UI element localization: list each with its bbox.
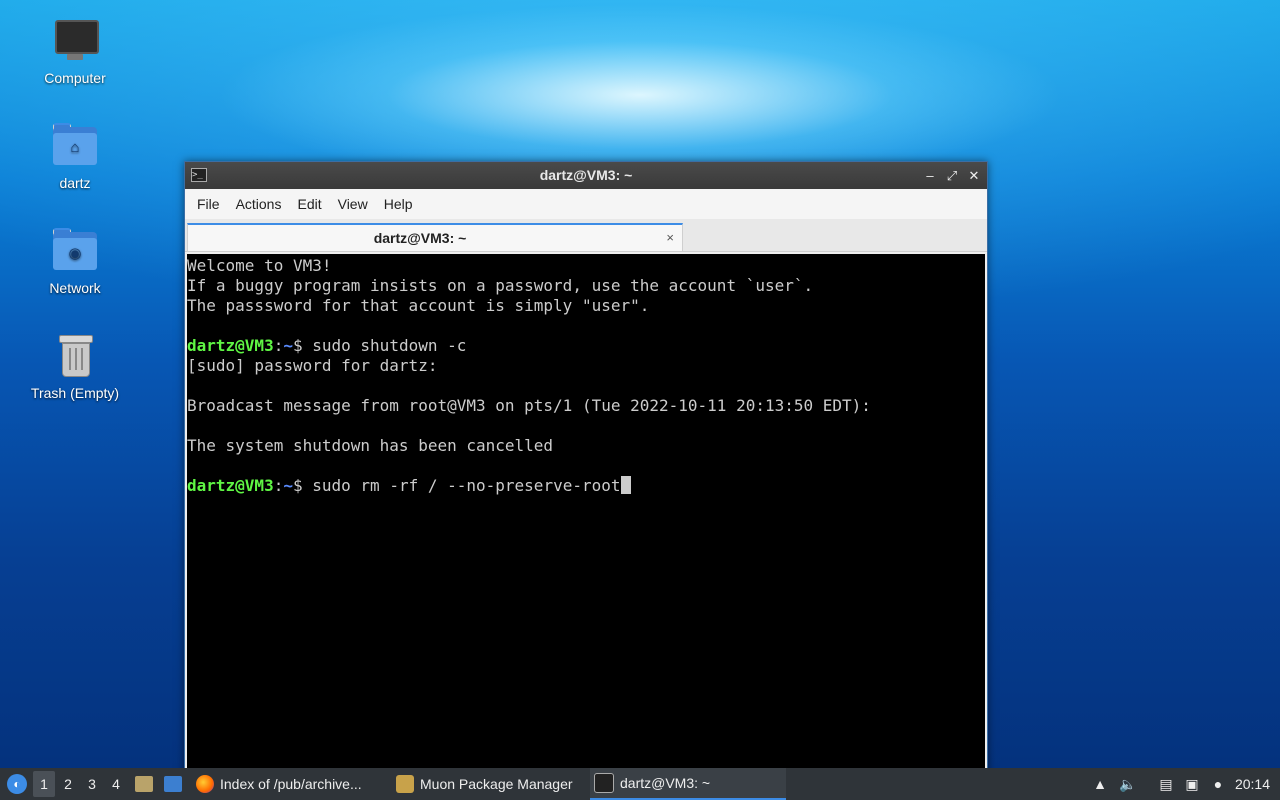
prompt-sep: : (273, 476, 284, 495)
window-titlebar[interactable]: >_ dartz@VM3: ~ – ⤢ ✕ (185, 162, 987, 189)
menu-help[interactable]: Help (376, 196, 421, 212)
task-muon[interactable]: Muon Package Manager (392, 768, 579, 800)
desktop-icon-label: Trash (Empty) (30, 385, 120, 401)
terminal-line: The system shutdown has been cancelled (187, 436, 554, 455)
terminal-line: Welcome to VM3! (187, 256, 332, 275)
desktop-icon-trash[interactable]: Trash (Empty) (20, 331, 130, 401)
close-button[interactable]: ✕ (967, 168, 981, 184)
menubar: File Actions Edit View Help (185, 189, 987, 219)
workspace-2[interactable]: 2 (57, 768, 79, 800)
prompt-path: ~ (283, 336, 293, 355)
terminal-line: Broadcast message from root@VM3 on pts/1… (187, 396, 871, 415)
file-manager-icon (135, 776, 153, 792)
network-button[interactable]: ▣ (1182, 768, 1202, 800)
desktop-icon-home[interactable]: ⌂ dartz (20, 121, 130, 191)
volume-icon: 🔈 (1119, 775, 1137, 792)
package-manager-icon (396, 775, 414, 793)
network-icon: ▣ (1185, 775, 1199, 792)
desktop-icon-computer[interactable]: Computer (20, 16, 130, 86)
prompt-line: dartz@VM3:~$ sudo shutdown -c (187, 336, 985, 356)
desktop-icon-label: dartz (59, 175, 91, 191)
desktop-icon-network[interactable]: ◉ Network (20, 226, 130, 296)
maximize-button[interactable]: ⤢ (945, 168, 959, 184)
clock[interactable]: 20:14 (1235, 768, 1270, 800)
terminal-window[interactable]: >_ dartz@VM3: ~ – ⤢ ✕ File Actions Edit … (184, 161, 988, 775)
window-title: dartz@VM3: ~ (539, 167, 633, 183)
start-menu-button[interactable]: ◐ (4, 768, 30, 800)
notification-icon: ● (1213, 776, 1223, 792)
prompt-dollar: $ (292, 476, 313, 495)
terminal-line: [sudo] password for dartz: (187, 356, 438, 375)
menu-file[interactable]: File (189, 196, 228, 212)
task-label: Muon Package Manager (420, 776, 573, 792)
workspace-4[interactable]: 4 (105, 768, 127, 800)
menu-edit[interactable]: Edit (289, 196, 329, 212)
terminal-tab[interactable]: dartz@VM3: ~ × (187, 223, 683, 251)
file-manager-launcher[interactable] (133, 768, 155, 800)
chevron-up-icon: ▲ (1093, 776, 1107, 792)
computer-icon (51, 16, 99, 64)
home-folder-icon: ⌂ (51, 121, 99, 169)
task-terminal[interactable]: dartz@VM3: ~ (590, 768, 786, 800)
command-input[interactable]: sudo rm -rf / --no-preserve-root (312, 476, 620, 495)
terminal-icon (594, 773, 614, 793)
command-text: sudo shutdown -c (312, 336, 467, 355)
workspace-1[interactable]: 1 (33, 771, 55, 797)
show-desktop-icon (164, 776, 182, 792)
prompt-line: dartz@VM3:~$ sudo rm -rf / --no-preserve… (187, 476, 985, 496)
prompt-user: dartz@VM3 (187, 336, 274, 355)
workspace-3[interactable]: 3 (81, 768, 103, 800)
tab-bar: dartz@VM3: ~ × (185, 219, 987, 252)
clipboard-button[interactable]: ▤ (1156, 768, 1176, 800)
notification-button[interactable]: ● (1208, 768, 1228, 800)
tray-expand-button[interactable]: ▲ (1090, 768, 1110, 800)
prompt-path: ~ (283, 476, 293, 495)
volume-button[interactable]: 🔈 (1118, 768, 1138, 800)
prompt-dollar: $ (292, 336, 313, 355)
terminal-output[interactable]: Welcome to VM3! If a buggy program insis… (187, 254, 985, 774)
desktop-icon-label: Network (49, 280, 101, 296)
task-label: Index of /pub/archive... (220, 776, 362, 792)
minimize-button[interactable]: – (923, 168, 937, 183)
task-label: dartz@VM3: ~ (620, 775, 711, 791)
menu-view[interactable]: View (330, 196, 376, 212)
terminal-line: If a buggy program insists on a password… (187, 276, 814, 295)
prompt-sep: : (273, 336, 284, 355)
taskbar: ◐ 1 2 3 4 Index of /pub/archive... Muon … (0, 768, 1280, 800)
prompt-user: dartz@VM3 (187, 476, 274, 495)
terminal-line: The passsword for that account is simply… (187, 296, 650, 315)
trash-icon (51, 331, 99, 379)
network-folder-icon: ◉ (51, 226, 99, 274)
show-desktop-button[interactable] (162, 768, 184, 800)
tab-close-icon[interactable]: × (666, 225, 674, 251)
lubuntu-logo-icon: ◐ (7, 774, 27, 794)
text-cursor (620, 476, 631, 494)
clipboard-icon: ▤ (1159, 775, 1173, 792)
desktop-icon-label: Computer (44, 70, 106, 86)
menu-actions[interactable]: Actions (228, 196, 290, 212)
tab-label: dartz@VM3: ~ (373, 230, 467, 246)
task-firefox[interactable]: Index of /pub/archive... (192, 768, 368, 800)
firefox-icon (196, 775, 214, 793)
